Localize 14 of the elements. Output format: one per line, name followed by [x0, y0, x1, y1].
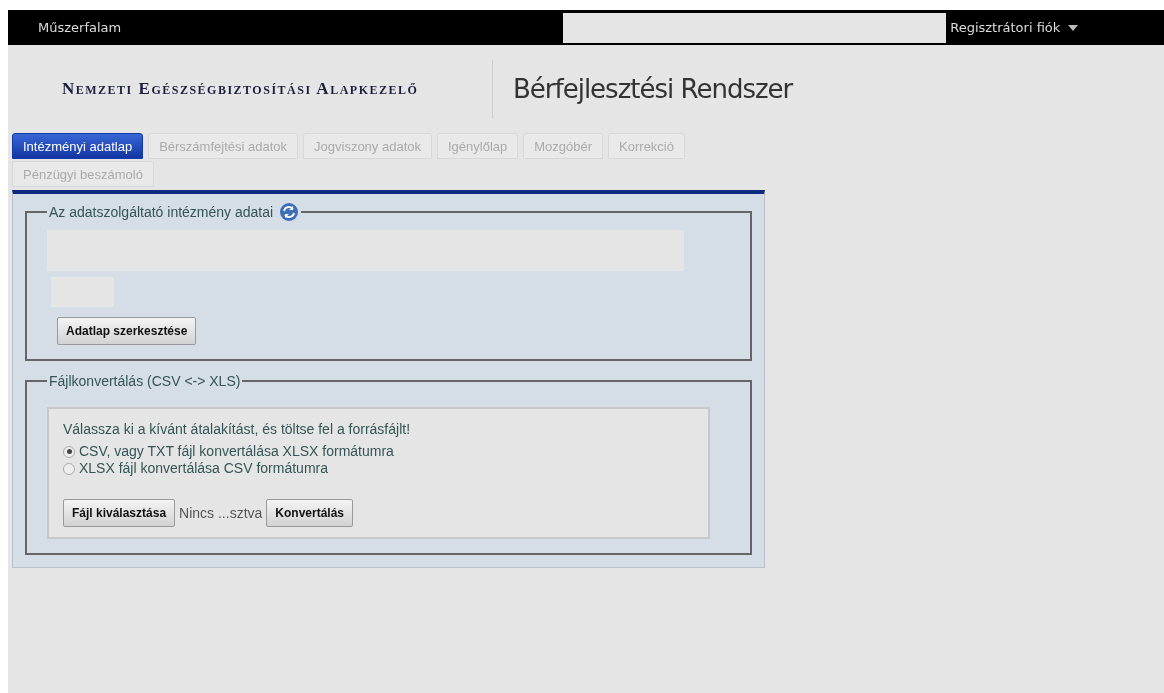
account-menu[interactable]: Regisztrátori fiók [950, 20, 1079, 35]
organization-logo-text: Nemzeti Egészségbiztosítási Alapkezelő [62, 78, 420, 100]
radio-option[interactable]: XLSX fájl konvertálása CSV formátumra [63, 460, 694, 477]
system-title: Bérfejlesztési Rendszer [513, 74, 793, 104]
convert-button[interactable]: Konvertálás [266, 499, 353, 527]
tab[interactable]: Intézményi adatlap [12, 133, 144, 159]
radio-option[interactable]: CSV, vagy TXT fájl konvertálása XLSX formátumra [63, 443, 694, 460]
home-link[interactable]: Műszerfalam [38, 20, 122, 35]
choose-file-button[interactable]: Fájl kiválasztása [63, 499, 176, 527]
section-legend: Fájlkonvertálás (CSV <-> XLS) [49, 373, 241, 389]
section-legend: Az adatszolgáltató intézmény adatai [49, 204, 274, 220]
instruction-text: Válassza ki a kívánt átalakítást, és töltse fel a forrásfájlt! [63, 421, 412, 437]
edit-datasheet-button[interactable]: Adatlap szerkesztése [57, 317, 197, 345]
file-status-text: Nincs ...sztva [179, 505, 263, 521]
